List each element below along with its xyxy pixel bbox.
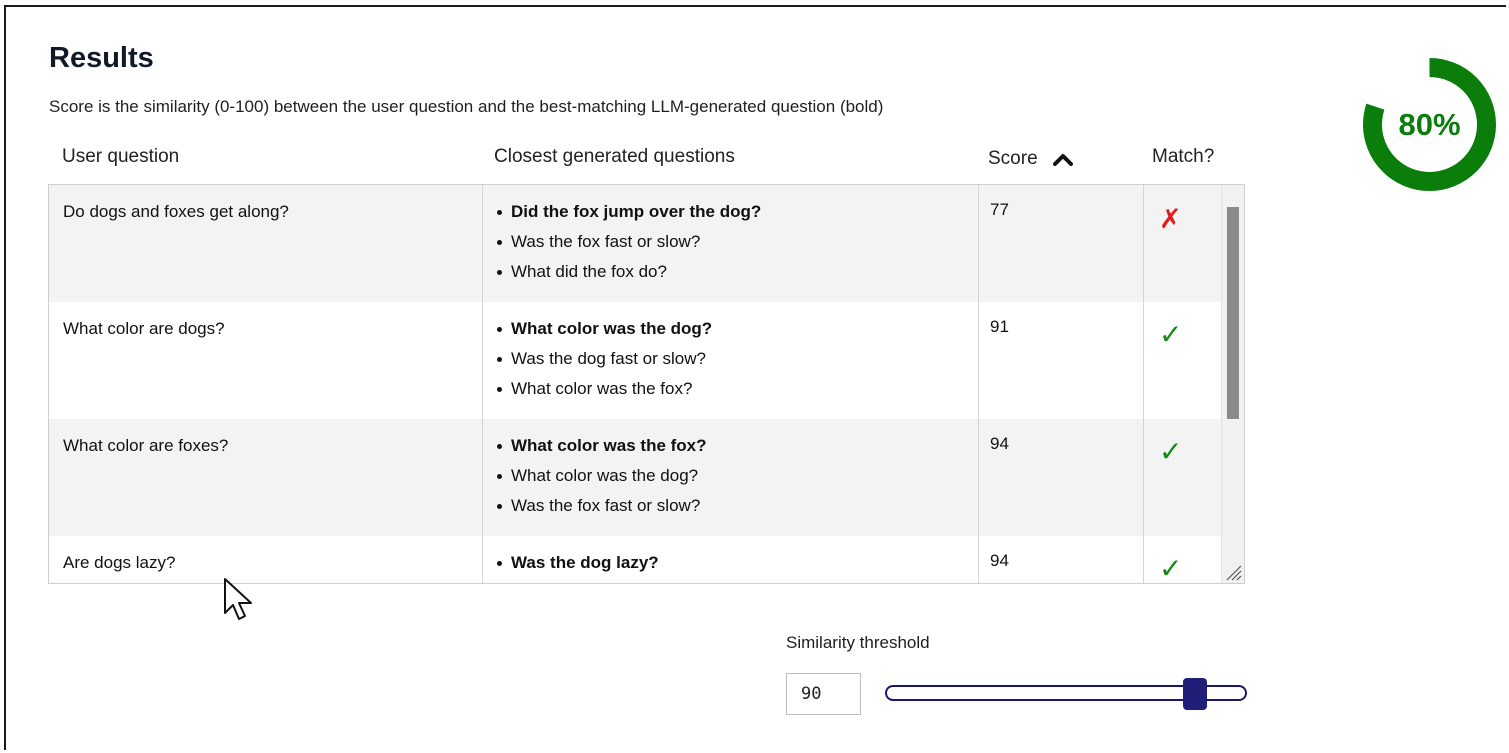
generated-question: What color was the fox? [497, 379, 978, 409]
generated-questions-list: Did the fox jump over the dog? Was the fo… [497, 202, 978, 292]
column-header-match[interactable]: Match? [1152, 146, 1214, 172]
match-cell: ✓ [1143, 536, 1221, 584]
mouse-cursor-icon [224, 578, 252, 620]
table-row[interactable]: Do dogs and foxes get along? Did the fox … [49, 185, 1221, 302]
table-row[interactable]: What color are foxes? What color was the … [49, 419, 1221, 536]
match-cell: ✗ [1143, 185, 1221, 302]
user-question-cell: Do dogs and foxes get along? [63, 202, 289, 221]
generated-question: Was the fox fast or slow? [497, 232, 978, 262]
best-generated-question: Did the fox jump over the dog? [497, 202, 978, 232]
cross-icon: ✗ [1159, 204, 1182, 234]
user-question-cell: What color are dogs? [63, 319, 225, 338]
results-description: Score is the similarity (0-100) between … [49, 97, 884, 116]
user-question-cell: What color are foxes? [63, 436, 229, 455]
best-generated-question: What color was the fox? [497, 436, 978, 466]
match-cell: ✓ [1143, 302, 1221, 419]
results-title: Results [49, 42, 154, 74]
score-cell: 94 [978, 419, 1143, 536]
generated-question: What did the fox do? [497, 262, 978, 292]
generated-questions-list: What color was the fox? What color was th… [497, 436, 978, 526]
closest-questions-cell: Was the dog lazy? [482, 536, 978, 583]
similarity-threshold-label: Similarity threshold [786, 633, 930, 652]
check-icon: ✓ [1159, 553, 1183, 584]
generated-questions-list: What color was the dog? Was the dog fast … [497, 319, 978, 409]
best-generated-question: What color was the dog? [497, 319, 978, 349]
best-generated-question: Was the dog lazy? [497, 553, 978, 583]
closest-questions-cell: What color was the dog? Was the dog fast … [482, 302, 978, 419]
closest-questions-cell: What color was the fox? What color was th… [482, 419, 978, 536]
similarity-threshold-slider-thumb[interactable] [1182, 678, 1207, 710]
column-header-user-question[interactable]: User question [62, 146, 179, 172]
generated-question: Was the fox fast or slow? [497, 496, 978, 526]
generated-question: What color was the dog? [497, 466, 978, 496]
results-table[interactable]: Do dogs and foxes get along? Did the fox … [48, 184, 1245, 584]
column-header-score[interactable]: Score [988, 146, 1074, 172]
generated-question: Was the dog fast or slow? [497, 349, 978, 379]
match-rate-donut: 80% [1363, 58, 1496, 191]
score-cell: 91 [978, 302, 1143, 419]
results-table-body: Do dogs and foxes get along? Did the fox … [49, 185, 1221, 584]
check-icon: ✓ [1159, 436, 1183, 467]
table-row[interactable]: What color are dogs? What color was the d… [49, 302, 1221, 419]
table-scrollbar[interactable] [1221, 185, 1244, 583]
score-cell: 94 [978, 536, 1143, 583]
column-header-closest-generated[interactable]: Closest generated questions [494, 146, 735, 172]
user-question-cell: Are dogs lazy? [63, 553, 176, 572]
table-scrollbar-thumb[interactable] [1227, 207, 1239, 419]
match-cell: ✓ [1143, 419, 1221, 536]
check-icon: ✓ [1159, 319, 1183, 350]
closest-questions-cell: Did the fox jump over the dog? Was the fo… [482, 185, 978, 302]
resize-grip-icon[interactable] [1224, 563, 1242, 581]
similarity-threshold-input[interactable] [786, 673, 861, 715]
column-header-score-label: Score [988, 148, 1038, 169]
chevron-up-icon[interactable] [1052, 151, 1074, 167]
score-cell: 77 [978, 185, 1143, 302]
generated-questions-list: Was the dog lazy? [497, 553, 978, 583]
match-rate-label: 80% [1398, 107, 1460, 142]
